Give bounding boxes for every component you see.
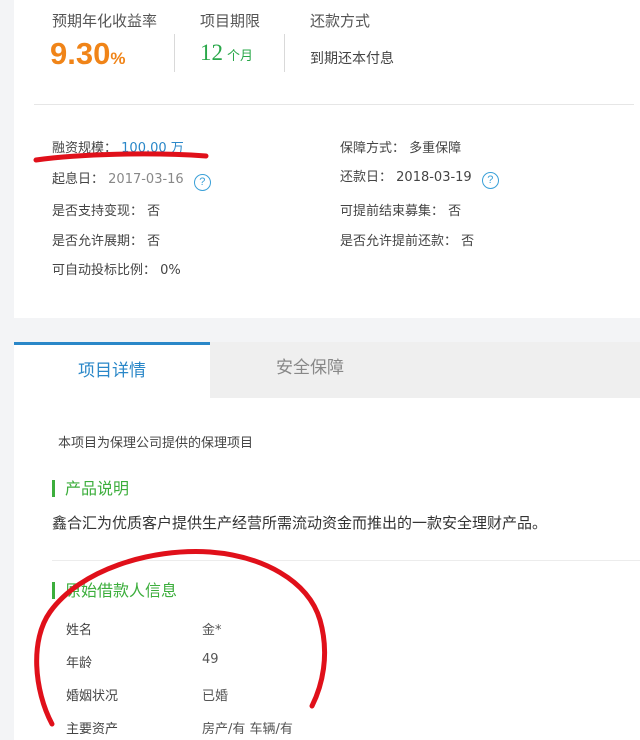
financing-value: 100.00 万	[121, 141, 184, 156]
auto-bid-ratio: 可自动投标比例： 0%	[52, 259, 181, 278]
tab-project-details[interactable]: 项目详情	[14, 342, 210, 398]
tab-bar: 项目详情 安全保障	[14, 342, 640, 398]
guarantee-method: 保障方式： 多重保障	[340, 137, 461, 156]
repay-date-value: 2018-03-19	[396, 170, 472, 185]
borrower-assets-label: 主要资产	[66, 722, 119, 737]
guarantee-value: 多重保障	[409, 141, 462, 156]
early-end-label: 可提前结束募集：	[340, 204, 445, 219]
tab-security[interactable]: 安全保障	[210, 342, 410, 398]
borrower-assets-value: 房产/有 车辆/有	[202, 722, 293, 737]
cashout-label: 是否支持变现：	[52, 204, 144, 219]
rate-number: 9.30	[50, 36, 111, 71]
start-date-label: 起息日：	[52, 172, 105, 187]
early-repay-value: 否	[461, 234, 475, 249]
rate-unit: %	[110, 49, 126, 68]
repay-date-label: 还款日：	[340, 170, 393, 185]
project-summary-card: 预期年化收益率 项目期限 还款方式 9.30% 12 个月 到期还本付息 融资规模…	[14, 0, 640, 318]
start-date-value: 2017-03-16	[108, 172, 184, 187]
guarantee-label: 保障方式：	[340, 141, 406, 156]
term-number: 12	[200, 40, 223, 65]
borrower-age-label: 年龄	[66, 656, 93, 671]
rate-label: 预期年化收益率	[52, 12, 158, 30]
extension-allowed: 是否允许展期： 否	[52, 230, 160, 249]
extension-value: 否	[147, 234, 161, 249]
divider	[174, 34, 175, 72]
early-repay-allowed: 是否允许提前还款： 否	[340, 230, 474, 249]
product-description: 鑫合汇为优质客户提供生产经营所需流动资金而推出的一款安全理财产品。	[52, 514, 548, 532]
project-intro: 本项目为保理公司提供的保理项目	[58, 436, 254, 451]
term-label: 项目期限	[200, 12, 261, 30]
repay-method-value: 到期还本付息	[310, 51, 394, 67]
help-icon[interactable]: ?	[193, 174, 211, 191]
product-section-title: 产品说明	[52, 480, 129, 497]
help-icon[interactable]: ?	[481, 172, 499, 189]
borrower-marital-label: 婚姻状况	[66, 689, 119, 704]
borrower-marital-value: 已婚	[202, 689, 229, 704]
repay-method-label: 还款方式	[310, 12, 371, 30]
borrower-age-value: 49	[202, 652, 219, 667]
early-repay-label: 是否允许提前还款：	[340, 234, 458, 249]
cashout-support: 是否支持变现： 否	[52, 200, 160, 219]
auto-bid-label: 可自动投标比例：	[52, 263, 157, 278]
project-details-panel: 本项目为保理公司提供的保理项目 产品说明 鑫合汇为优质客户提供生产经营所需流动资…	[14, 398, 640, 740]
divider	[34, 104, 634, 105]
financing-scale: 融资规模： 100.00 万	[52, 137, 184, 156]
term-value: 12 个月	[200, 40, 253, 66]
extension-label: 是否允许展期：	[52, 234, 144, 249]
repay-date: 还款日： 2018-03-19 ?	[340, 166, 499, 189]
annual-rate-value: 9.30%	[50, 36, 125, 72]
divider	[52, 560, 640, 561]
financing-label: 融资规模：	[52, 141, 118, 156]
early-end-value: 否	[448, 204, 462, 219]
borrower-section-title: 原始借款人信息	[52, 582, 177, 599]
divider	[284, 34, 285, 72]
auto-bid-value: 0%	[160, 263, 181, 278]
term-unit: 个月	[227, 49, 254, 64]
early-end-raise: 可提前结束募集： 否	[340, 200, 461, 219]
borrower-name-value: 金*	[202, 623, 222, 638]
borrower-name-label: 姓名	[66, 623, 93, 638]
start-date: 起息日： 2017-03-16 ?	[52, 168, 211, 191]
cashout-value: 否	[147, 204, 161, 219]
